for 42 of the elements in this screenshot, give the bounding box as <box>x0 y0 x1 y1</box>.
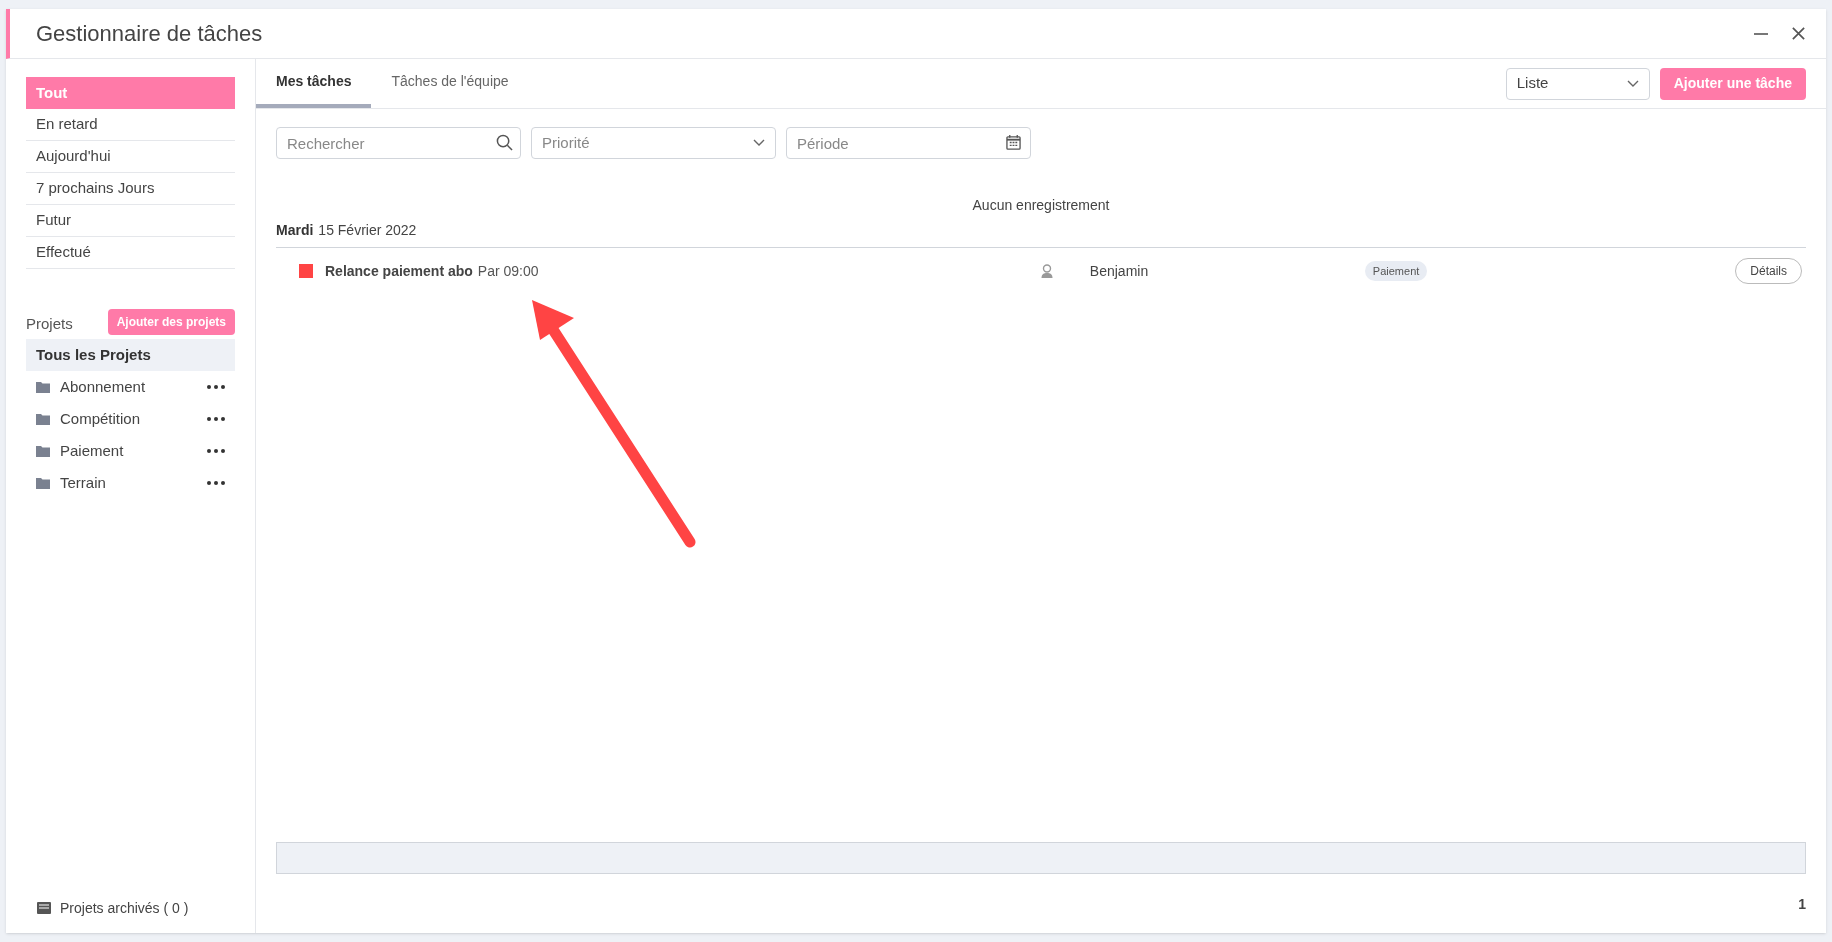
project-item[interactable]: Abonnement <box>60 375 197 399</box>
project-item[interactable]: Compétition <box>60 407 197 431</box>
tab[interactable]: Mes tâches <box>256 59 372 108</box>
filter-item[interactable]: 7 prochains Jours <box>26 173 235 205</box>
filter-item[interactable]: Futur <box>26 205 235 237</box>
all-projects-item[interactable]: Tous les Projets <box>26 339 235 371</box>
project-item[interactable]: Terrain <box>60 471 197 495</box>
search-icon[interactable] <box>496 134 513 151</box>
assignee-name: Benjamin <box>1089 261 1150 281</box>
project-tag: Paiement <box>1364 260 1428 282</box>
section-label: Projets <box>26 313 73 334</box>
due-time: Par 09:00 <box>477 261 540 281</box>
task-title[interactable]: Relance paiement abo <box>325 260 473 282</box>
project-item[interactable]: Paiement <box>60 439 197 463</box>
filter-item[interactable]: Effectué <box>26 237 235 269</box>
folder-icon <box>36 477 50 489</box>
more-icon[interactable] <box>207 385 225 389</box>
folder-icon <box>36 413 50 425</box>
empty-message: Aucun enregistrement <box>972 196 1110 215</box>
chevron-down-icon[interactable] <box>753 139 765 147</box>
window-title: Gestionnaire de tâches <box>36 20 264 48</box>
folder-icon <box>36 381 50 393</box>
tab[interactable]: Tâches de l'équipe <box>371 59 529 108</box>
filter-item[interactable]: En retard <box>26 109 235 141</box>
user-icon <box>1040 264 1053 278</box>
period-field[interactable]: Période <box>786 127 1031 159</box>
page-number[interactable]: 1 <box>1798 894 1806 915</box>
archive-icon <box>36 901 52 915</box>
filter-item[interactable]: Aujourd'hui <box>26 141 235 173</box>
more-icon[interactable] <box>207 449 225 453</box>
more-icon[interactable] <box>207 481 225 485</box>
calendar-icon[interactable] <box>1006 135 1021 150</box>
archived-projects-link[interactable]: Projets archivés ( 0 ) <box>60 897 189 919</box>
view-select[interactable]: Liste <box>1505 67 1650 100</box>
search-field[interactable]: Rechercher <box>276 127 521 159</box>
chevron-down-icon[interactable] <box>1626 79 1639 88</box>
folder-icon <box>36 445 50 457</box>
close-icon[interactable] <box>1791 26 1806 41</box>
date-label: 15 Février 2022 <box>318 221 417 240</box>
priority-select[interactable]: Priorité <box>531 127 776 159</box>
more-icon[interactable] <box>207 417 225 421</box>
day-label: Mardi <box>276 221 314 240</box>
